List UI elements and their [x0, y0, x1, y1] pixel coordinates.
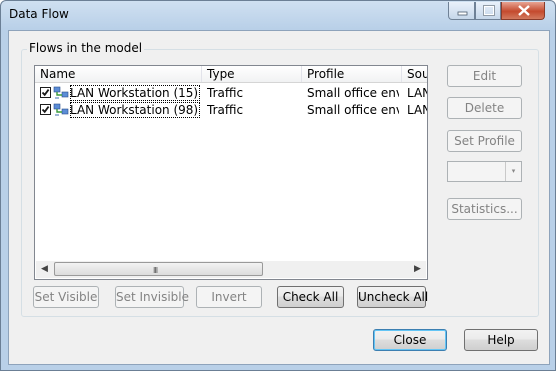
- column-header-type[interactable]: Type: [202, 66, 302, 82]
- flow-profile: Small office envi...: [307, 86, 399, 100]
- row-checkbox[interactable]: [40, 87, 51, 98]
- uncheck-all-button[interactable]: Uncheck All: [357, 286, 428, 308]
- title-bar[interactable]: Data Flow: [1, 1, 555, 27]
- scroll-thumb[interactable]: III: [54, 262, 263, 276]
- close-button[interactable]: Close: [373, 329, 447, 351]
- close-window-button[interactable]: [501, 2, 545, 20]
- statistics-button[interactable]: Statistics...: [447, 198, 522, 220]
- flow-source: LAN: [407, 103, 427, 117]
- flows-list[interactable]: Name Type Profile Sou LAN Workstation (1…: [34, 65, 428, 280]
- flow-type: Traffic: [207, 103, 244, 117]
- edit-button[interactable]: Edit: [447, 65, 522, 87]
- flow-icon: [53, 103, 69, 116]
- row-checkbox[interactable]: [40, 104, 51, 115]
- set-profile-button[interactable]: Set Profile: [447, 130, 522, 152]
- table-row[interactable]: LAN Workstation (15) =>... Traffic Small…: [35, 85, 427, 101]
- chevron-down-icon: ▾: [505, 162, 521, 181]
- set-invisible-button[interactable]: Set Invisible: [115, 286, 189, 308]
- data-flow-window: Data Flow Flows in the model Name Type P…: [0, 0, 556, 371]
- scroll-left-icon[interactable]: ◀: [36, 261, 53, 278]
- checkmark-icon: [41, 106, 50, 114]
- check-all-button[interactable]: Check All: [277, 286, 344, 308]
- set-visible-button[interactable]: Set Visible: [33, 286, 99, 308]
- dialog-client-area: Flows in the model Name Type Profile Sou: [8, 30, 550, 365]
- close-icon: [518, 5, 530, 16]
- flow-name: LAN Workstation (15) =>...: [70, 85, 200, 101]
- groupbox-label: Flows in the model: [27, 41, 145, 55]
- column-header-profile[interactable]: Profile: [302, 66, 402, 82]
- scroll-grip-icon: III: [153, 266, 158, 275]
- maximize-button[interactable]: [475, 2, 501, 20]
- minimize-button[interactable]: [448, 2, 475, 20]
- flow-source: LAN: [407, 86, 427, 100]
- minimize-icon: [457, 11, 468, 16]
- column-header-name[interactable]: Name: [35, 66, 202, 82]
- flow-name: LAN Workstation (98) =>...: [70, 102, 200, 118]
- delete-button[interactable]: Delete: [447, 97, 522, 119]
- profile-dropdown[interactable]: ▾: [447, 161, 522, 182]
- column-header-source[interactable]: Sou: [402, 66, 427, 82]
- flow-profile: Small office envi...: [307, 103, 399, 117]
- scroll-right-icon[interactable]: ▶: [409, 261, 426, 278]
- horizontal-scrollbar[interactable]: ◀ III ▶: [36, 261, 426, 278]
- checkmark-icon: [41, 89, 50, 97]
- help-button[interactable]: Help: [464, 329, 538, 351]
- flow-type: Traffic: [207, 86, 244, 100]
- maximize-icon: [483, 5, 495, 16]
- table-row[interactable]: LAN Workstation (98) =>... Traffic Small…: [35, 102, 427, 118]
- flow-icon: [53, 86, 69, 99]
- list-header: Name Type Profile Sou: [35, 66, 427, 83]
- window-title: Data Flow: [9, 7, 69, 21]
- invert-button[interactable]: Invert: [196, 286, 262, 308]
